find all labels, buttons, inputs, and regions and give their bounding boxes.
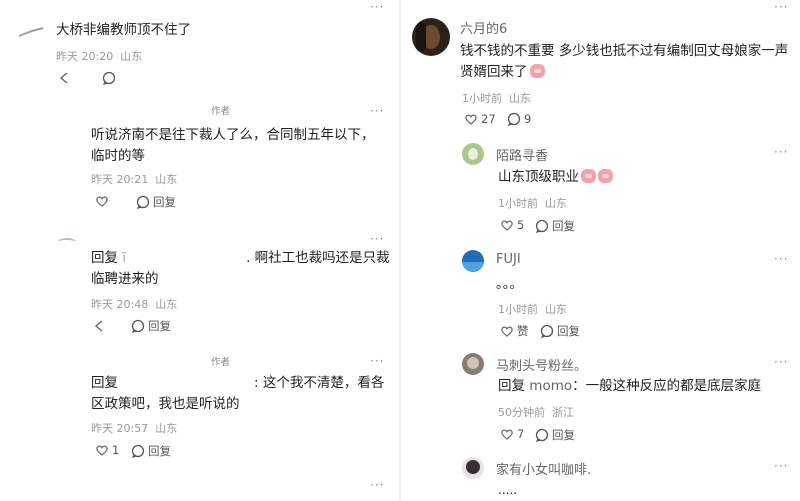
comment-author[interactable]: 家有小女叫咖啡.	[496, 459, 591, 478]
share-icon[interactable]	[58, 70, 70, 89]
reply-icon[interactable]	[102, 70, 116, 89]
reply-icon	[131, 319, 145, 333]
pig-emoji-icon	[598, 169, 613, 183]
more-options-icon[interactable]: ···	[774, 459, 788, 473]
share-icon[interactable]	[93, 318, 105, 337]
mention-link[interactable]: momo	[529, 378, 572, 394]
reply-button[interactable]: 回复	[540, 323, 580, 339]
reply-icon	[535, 219, 549, 233]
comment-author[interactable]: 陌路寻香	[496, 145, 548, 164]
comment-text: 钱不钱的不重要 多少钱也抵不过有编制回丈母娘家一声贤婿回来了	[460, 43, 789, 80]
pig-emoji-icon	[529, 64, 545, 78]
reply-button[interactable]: 回复	[131, 318, 171, 334]
like-button[interactable]	[95, 194, 109, 208]
author-badge: 作者	[211, 357, 231, 368]
comment-meta: 昨天 20:57 山东	[91, 422, 178, 435]
comment-meta: 1小时前 山东	[498, 197, 567, 210]
more-options-icon[interactable]: ···	[774, 355, 788, 369]
avatar[interactable]	[462, 250, 484, 272]
like-button[interactable]: 5	[500, 218, 524, 232]
more-options-icon[interactable]: ···	[774, 145, 788, 159]
more-options-icon[interactable]: ···	[370, 478, 384, 492]
comment-author[interactable]: 马刺头号粉丝。	[496, 355, 587, 374]
comment-meta: 昨天 20:48 山东	[91, 298, 178, 311]
reply-icon	[136, 195, 150, 209]
more-options-icon[interactable]: ···	[370, 104, 384, 118]
heart-icon	[465, 114, 477, 125]
left-comment-panel: ··· 大桥非编教师顶不住了 昨天 20:20 山东 作者 ··· 听说济南不是…	[0, 0, 396, 501]
like-button[interactable]: 7	[500, 427, 524, 441]
comment-meta: 1小时前 山东	[498, 303, 567, 316]
pig-emoji-icon	[581, 169, 596, 183]
heart-icon	[501, 429, 513, 440]
avatar[interactable]	[412, 18, 450, 56]
reply-icon	[131, 444, 145, 458]
panel-divider	[399, 0, 401, 501]
more-options-icon[interactable]: ···	[774, 0, 788, 14]
comment-text: 回复: 这个我不清楚，看各区政策吧，我也是听说的	[91, 375, 385, 412]
comment-text: 山东顶级职业	[498, 167, 613, 188]
reply-icon	[535, 428, 549, 442]
more-options-icon[interactable]: ···	[370, 232, 384, 246]
reply-button[interactable]: 回复	[136, 194, 176, 210]
more-options-icon[interactable]: ···	[774, 252, 788, 266]
like-button[interactable]: 27	[464, 112, 496, 126]
avatar[interactable]	[18, 22, 44, 41]
comment-meta: 昨天 20:20 山东	[56, 50, 143, 63]
like-button[interactable]: 赞	[500, 323, 529, 339]
comment-meta: 1小时前 山东	[462, 92, 531, 105]
avatar[interactable]	[58, 238, 76, 246]
like-button[interactable]: 1	[95, 443, 119, 457]
comment-text: 听说济南不是往下裁人了么，合同制五年以下，临时的等	[91, 127, 375, 164]
comment-meta: 50分钟前 浙江	[498, 406, 574, 419]
comment-author[interactable]: 六月的6	[460, 18, 507, 37]
comment-text: 回复 momo：一般这种反应的都是底层家庭	[498, 378, 762, 394]
heart-icon	[501, 220, 513, 231]
reply-button[interactable]: 回复	[131, 443, 171, 459]
right-comment-panel: ··· 六月的6 钱不钱的不重要 多少钱也抵不过有编制回丈母娘家一声贤婿回来了 …	[404, 0, 800, 501]
reply-button[interactable]: 回复	[535, 218, 575, 234]
avatar[interactable]	[462, 457, 484, 479]
reply-button[interactable]: 回复	[535, 427, 575, 443]
reply-count-button[interactable]: 9	[507, 112, 531, 126]
heart-icon	[501, 326, 513, 337]
more-options-icon[interactable]: ···	[370, 0, 384, 14]
heart-icon	[96, 196, 108, 207]
avatar[interactable]	[462, 143, 484, 165]
comment-meta: 昨天 20:21 山东	[91, 173, 178, 186]
comment-author[interactable]: FUJI	[496, 252, 521, 267]
comment-text: 。。。	[496, 276, 523, 292]
more-options-icon[interactable]: ···	[370, 354, 384, 368]
avatar[interactable]	[462, 353, 484, 375]
author-badge: 作者	[211, 106, 231, 117]
reply-icon	[540, 324, 554, 338]
comment-text: 大桥非编教师顶不住了	[56, 22, 191, 38]
comment-text: .....	[498, 483, 518, 497]
comment-text: 回复 ĩ. 啊社工也裁吗还是只裁临聘进来的	[91, 250, 390, 287]
heart-icon	[96, 445, 108, 456]
reply-icon	[507, 112, 521, 126]
